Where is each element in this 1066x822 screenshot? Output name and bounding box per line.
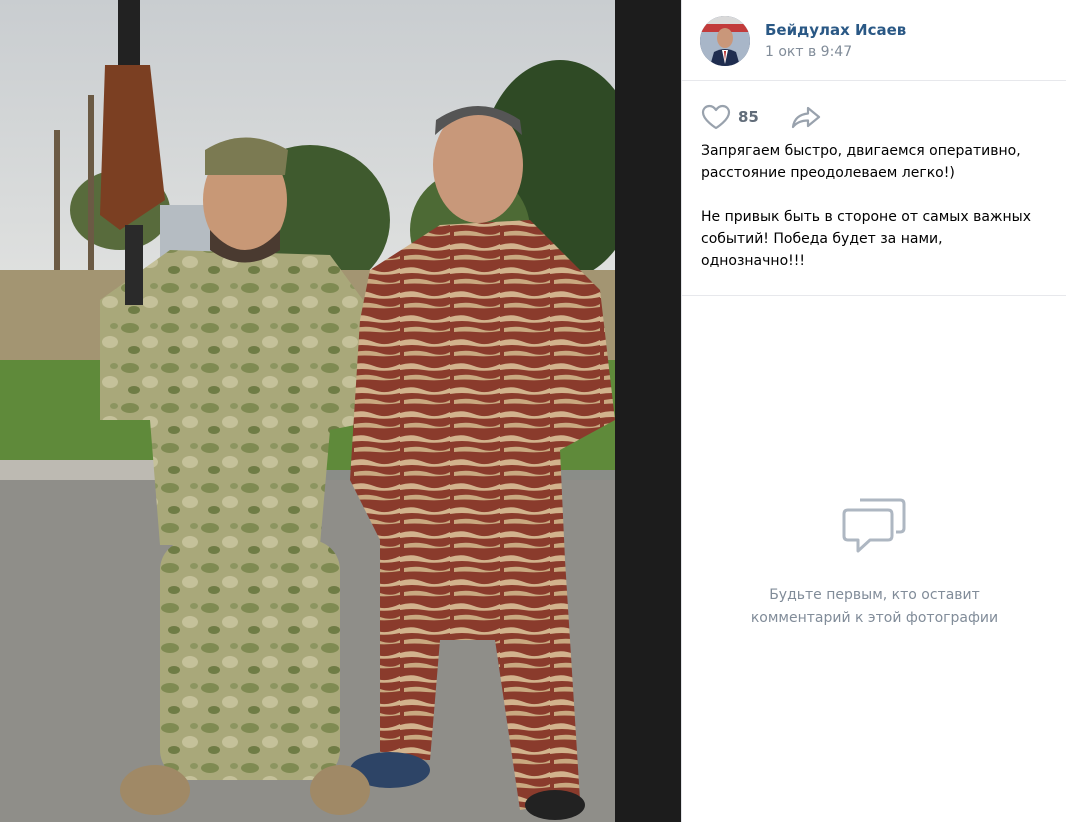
caption-line: событий! Победа будет за нами, bbox=[701, 231, 943, 247]
speech-bubbles-icon bbox=[842, 498, 906, 553]
post-caption: Запрягаем быстро, двигаемся оперативно, … bbox=[701, 140, 1053, 272]
like-button[interactable]: 85 bbox=[701, 102, 759, 132]
caption-line: однозначно!!! bbox=[701, 253, 805, 269]
heart-icon bbox=[701, 104, 731, 130]
share-arrow-icon bbox=[791, 106, 821, 129]
post-date[interactable]: 1 окт в 9:47 bbox=[765, 44, 852, 60]
caption-line: Не привык быть в стороне от самых важных bbox=[701, 209, 1032, 225]
author-name-link[interactable]: Бейдулах Исаев bbox=[765, 21, 906, 39]
no-comments-message: Будьте первым, кто оставит комментарий к… bbox=[722, 584, 1027, 630]
post-header: Бейдулах Исаев 1 окт в 9:47 bbox=[682, 0, 1066, 81]
no-comments-line: Будьте первым, кто оставит bbox=[769, 587, 980, 603]
comments-section: Будьте первым, кто оставит комментарий к… bbox=[682, 295, 1066, 822]
post-actions: 85 bbox=[682, 100, 1066, 134]
caption-line: Запрягаем быстро, двигаемся оперативно, bbox=[701, 143, 1021, 159]
viewer-background bbox=[615, 0, 681, 822]
avatar-image bbox=[700, 16, 750, 66]
no-comments-line: комментарий к этой фотографии bbox=[750, 610, 999, 626]
caption-line: расстояние преодолеваем легко!) bbox=[701, 165, 955, 181]
post-photo[interactable] bbox=[0, 0, 615, 822]
photo-image bbox=[0, 0, 615, 822]
share-button[interactable] bbox=[790, 104, 822, 132]
like-count: 85 bbox=[738, 108, 759, 126]
avatar[interactable] bbox=[700, 16, 750, 66]
post-sidebar: Бейдулах Исаев 1 окт в 9:47 85 Запрягаем… bbox=[681, 0, 1066, 822]
